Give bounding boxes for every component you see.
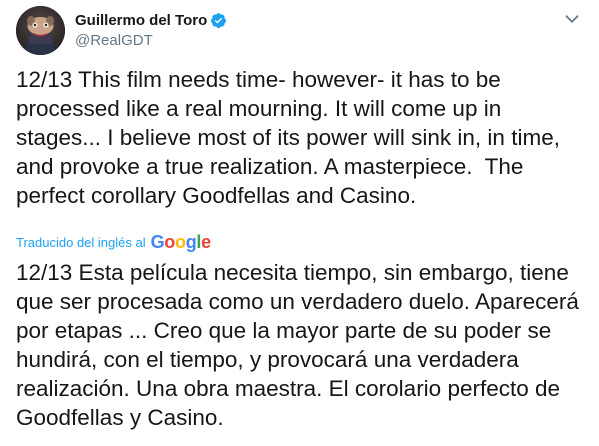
tweet-header: Guillermo del Toro @RealGDT [16,6,583,55]
author-display-name[interactable]: Guillermo del Toro [75,12,207,29]
translation-label[interactable]: Traducido del inglés al [16,235,146,250]
google-logo-g1: G [150,232,165,252]
translated-tweet-text: 12/13 Esta película necesita tiempo, sin… [16,260,586,430]
tweet-card: Guillermo del Toro @RealGDT 12/13 This f… [0,0,599,446]
avatar-image [16,6,65,55]
google-logo-o1: o [164,232,175,252]
verified-badge-icon [210,12,227,29]
translation-attribution[interactable]: Traducido del inglés al Google [16,233,211,251]
tweet-text: 12/13 This film needs time- however- it … [16,67,567,208]
chevron-down-icon[interactable] [561,8,583,30]
author-names: Guillermo del Toro @RealGDT [75,10,227,49]
google-logo-g2: g [185,232,197,252]
google-logo-o2: o [175,232,186,252]
avatar[interactable] [16,6,65,55]
author-handle[interactable]: @RealGDT [75,32,227,49]
google-logo-e: e [201,232,211,252]
name-row: Guillermo del Toro [75,10,227,30]
google-logo: Google [150,232,212,252]
